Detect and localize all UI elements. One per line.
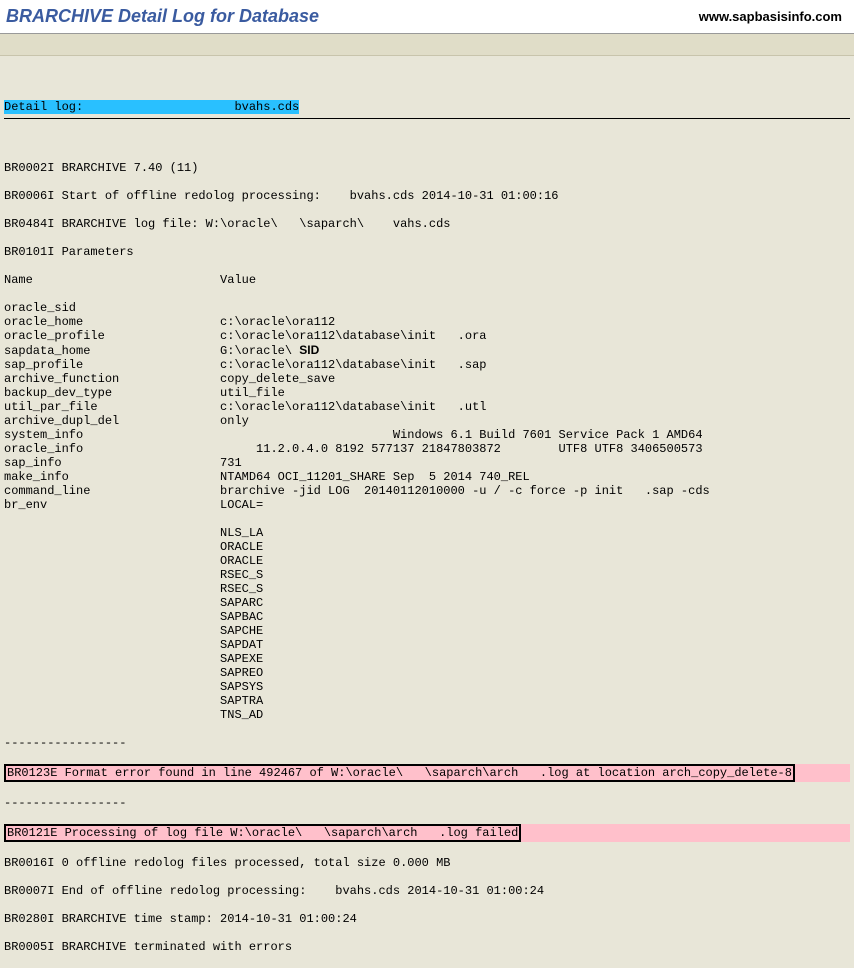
env-line: NLS_LA xyxy=(4,526,850,540)
env-line: SAPREO xyxy=(4,666,850,680)
param-row: sap_info 731 xyxy=(4,456,850,470)
divider xyxy=(4,118,850,119)
env-line: SAPBAC xyxy=(4,610,850,624)
param-row: oracle_sid xyxy=(4,301,850,315)
blank-line xyxy=(4,133,850,147)
param-row: sap_profile c:\oracle\ora112\database\in… xyxy=(4,358,850,372)
param-row: backup_dev_type util_file xyxy=(4,386,850,400)
sid-placeholder: SID xyxy=(299,343,319,357)
error-line-1: BR0123E Format error found in line 49246… xyxy=(4,764,850,782)
env-line: SAPSYS xyxy=(4,680,850,694)
footer-line: BR0005I BRARCHIVE terminated with errors xyxy=(4,940,850,954)
error-text-2: BR0121E Processing of log file W:\oracle… xyxy=(4,824,521,842)
param-row: archive_dupl_del only xyxy=(4,414,850,428)
log-line: BR0006I Start of offline redolog process… xyxy=(4,189,850,203)
dash-line: ----------------- xyxy=(4,736,850,750)
detail-log-header: Detail log: bvahs.cds xyxy=(4,100,299,114)
param-name-header: Name xyxy=(4,273,33,287)
site-url: www.sapbasisinfo.com xyxy=(699,9,842,24)
log-content: Detail log: bvahs.cds BR0002I BRARCHIVE … xyxy=(0,56,854,968)
param-row: oracle_info 11.2.0.4.0 8192 577137 21847… xyxy=(4,442,850,456)
param-value-header: Value xyxy=(220,273,256,287)
footer-line: BR0016I 0 offline redolog files processe… xyxy=(4,856,850,870)
env-line: RSEC_S xyxy=(4,568,850,582)
env-line: SAPTRA xyxy=(4,694,850,708)
error-text-1: BR0123E Format error found in line 49246… xyxy=(4,764,795,782)
env-line: TNS_AD xyxy=(4,708,850,722)
param-row: br_env LOCAL= xyxy=(4,498,850,512)
env-line: SAPEXE xyxy=(4,652,850,666)
param-row: oracle_profile c:\oracle\ora112\database… xyxy=(4,329,850,343)
param-row: util_par_file c:\oracle\ora112\database\… xyxy=(4,400,850,414)
env-continuation-block: NLS_LA ORACLE ORACLE RSEC_S RSEC_S SAPAR… xyxy=(4,526,850,722)
toolbar-strip xyxy=(0,34,854,56)
footer-line: BR0280I BRARCHIVE time stamp: 2014-10-31… xyxy=(4,912,850,926)
param-row: system_info Windows 6.1 Build 7601 Servi… xyxy=(4,428,850,442)
param-row: make_info NTAMD64 OCI_11201_SHARE Sep 5 … xyxy=(4,470,850,484)
env-line: SAPDAT xyxy=(4,638,850,652)
param-row: sapdata_home G:\oracle\ SID xyxy=(4,343,850,358)
header-bar: BRARCHIVE Detail Log for Database www.sa… xyxy=(0,0,854,34)
log-line: BR0484I BRARCHIVE log file: W:\oracle\ \… xyxy=(4,217,850,231)
param-row: oracle_home c:\oracle\ora112 xyxy=(4,315,850,329)
env-line: SAPCHE xyxy=(4,624,850,638)
env-line: RSEC_S xyxy=(4,582,850,596)
log-line: BR0002I BRARCHIVE 7.40 (11) xyxy=(4,161,850,175)
param-row: archive_function copy_delete_save xyxy=(4,372,850,386)
dash-line: ----------------- xyxy=(4,796,850,810)
footer-line: BR0007I End of offline redolog processin… xyxy=(4,884,850,898)
env-line: ORACLE xyxy=(4,540,850,554)
env-line: SAPARC xyxy=(4,596,850,610)
param-row: command_line brarchive -jid LOG 20140112… xyxy=(4,484,850,498)
parameters-block: oracle_sid oracle_home c:\oracle\ora112o… xyxy=(4,301,850,512)
page-title: BRARCHIVE Detail Log for Database xyxy=(6,6,319,27)
param-header-row: Name Value xyxy=(4,273,850,287)
error-line-2: BR0121E Processing of log file W:\oracle… xyxy=(4,824,850,842)
env-line: ORACLE xyxy=(4,554,850,568)
log-line: BR0101I Parameters xyxy=(4,245,850,259)
